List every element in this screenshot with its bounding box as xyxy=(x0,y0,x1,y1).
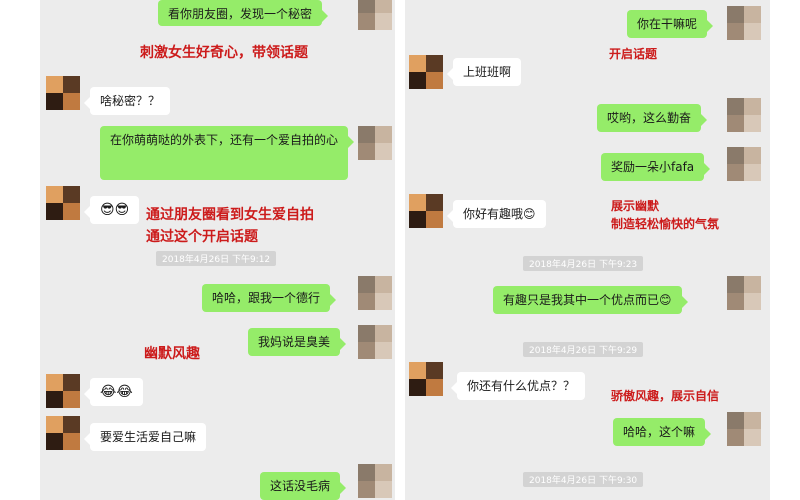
avatar[interactable] xyxy=(409,362,443,396)
timestamp: 2018年4月26日 下午9:12 xyxy=(156,251,277,266)
avatar[interactable] xyxy=(727,147,761,181)
avatar[interactable] xyxy=(358,126,392,160)
avatar[interactable] xyxy=(358,276,392,310)
annotation: 刺激女生好奇心，带领话题 xyxy=(140,45,308,61)
outgoing-message[interactable]: 奖励一朵小fafa xyxy=(601,153,711,181)
avatar[interactable] xyxy=(358,325,392,359)
timestamp: 2018年4月26日 下午9:23 xyxy=(523,256,644,271)
outgoing-message[interactable]: 你在干嘛呢 xyxy=(627,10,714,38)
outgoing-message[interactable]: 这话没毛病 xyxy=(260,472,347,500)
incoming-message[interactable]: 😂😂 xyxy=(84,378,143,406)
avatar[interactable] xyxy=(46,416,80,450)
outgoing-message[interactable]: 哈哈，这个嘛 xyxy=(613,418,712,446)
outgoing-message[interactable]: 看你朋友圈，发现一个秘密 xyxy=(158,0,329,26)
avatar[interactable] xyxy=(46,76,80,110)
avatar[interactable] xyxy=(358,0,392,30)
incoming-message[interactable]: 啥秘密？？ xyxy=(83,87,171,115)
annotation: 骄傲风趣，展示自信 xyxy=(611,389,720,403)
avatar[interactable] xyxy=(727,6,761,40)
avatar[interactable] xyxy=(727,98,761,132)
annotation: 制造轻松愉快的气氛 xyxy=(611,217,720,231)
annotation: 展示幽默 xyxy=(611,199,660,213)
avatar[interactable] xyxy=(358,464,392,498)
avatar[interactable] xyxy=(727,412,761,446)
avatar[interactable] xyxy=(409,194,443,228)
avatar[interactable] xyxy=(727,276,761,310)
incoming-message[interactable]: 上班班啊 xyxy=(446,58,522,86)
outgoing-message[interactable]: 在你萌萌哒的外表下，还有一个爱自拍的心 xyxy=(100,126,354,180)
outgoing-message[interactable]: 有趣只是我其中一个优点而已😊 xyxy=(493,286,688,314)
outgoing-message[interactable]: 哎哟，这么勤奋 xyxy=(597,104,708,132)
avatar[interactable] xyxy=(46,186,80,220)
right-chat-panel: 你在干嘛呢 开启话题 上班班啊 哎哟，这么勤奋 奖励一朵小fafa 展示幽默 制… xyxy=(405,0,770,500)
incoming-message[interactable]: 要爱生活爱自己嘛 xyxy=(83,423,207,451)
incoming-message[interactable]: 你还有什么优点？？ xyxy=(450,372,586,400)
annotation: 幽默风趣 xyxy=(144,346,200,362)
avatar[interactable] xyxy=(409,55,443,89)
timestamp: 2018年4月26日 下午9:29 xyxy=(523,342,644,357)
avatar[interactable] xyxy=(46,374,80,408)
outgoing-message[interactable]: 哈哈，跟我一个德行 xyxy=(202,284,337,312)
incoming-message[interactable]: 😎😎 xyxy=(83,196,140,224)
left-chat-panel: 看你朋友圈，发现一个秘密 刺激女生好奇心，带领话题 啥秘密？？ 在你萌萌哒的外表… xyxy=(40,0,395,500)
annotation: 开启话题 xyxy=(609,47,658,61)
annotation: 通过朋友圈看到女生爱自拍 xyxy=(146,207,314,223)
annotation: 通过这个开启话题 xyxy=(146,229,258,245)
timestamp: 2018年4月26日 下午9:30 xyxy=(523,472,644,487)
incoming-message[interactable]: 你好有趣哦😊 xyxy=(447,200,546,228)
outgoing-message[interactable]: 我妈说是臭美 xyxy=(248,328,347,356)
